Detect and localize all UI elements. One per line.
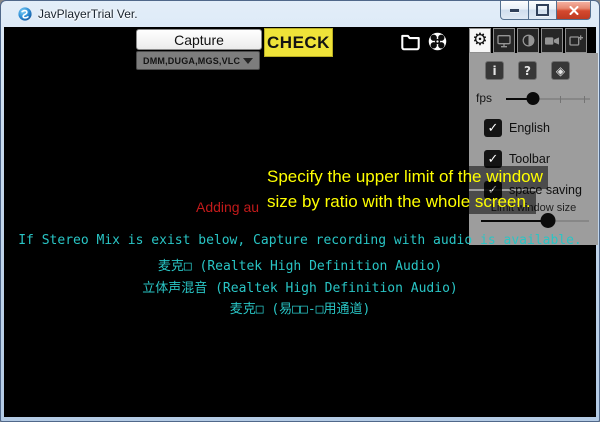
help-icon: ? bbox=[524, 64, 531, 78]
close-button[interactable] bbox=[556, 1, 591, 20]
checkbox-english-label: English bbox=[509, 121, 550, 135]
fps-slider-thumb[interactable] bbox=[526, 92, 539, 105]
title-bar[interactable]: JavPlayerTrial Ver. bbox=[1, 1, 599, 27]
tab-settings[interactable]: ⚙ bbox=[469, 28, 491, 53]
tooltip-line1: Specify the upper limit of the window bbox=[262, 166, 548, 189]
source-dropdown-value: DMM,DUGA,MGS,VLC bbox=[143, 56, 240, 66]
minimize-button[interactable] bbox=[500, 1, 529, 20]
audio-device-item: 麦克□ (易□□-□用通道) bbox=[4, 298, 596, 317]
minimize-icon bbox=[510, 9, 519, 12]
folder-icon bbox=[400, 32, 421, 51]
tab-record[interactable] bbox=[541, 28, 563, 53]
tab-contrast[interactable] bbox=[517, 28, 539, 53]
audio-device-item: 麦克□ (Realtek High Definition Audio) bbox=[4, 255, 596, 274]
dropdown-arrow-icon bbox=[243, 58, 253, 64]
checkbox-english[interactable]: ✓ English bbox=[484, 119, 550, 137]
reel-button[interactable] bbox=[426, 30, 449, 52]
help-button[interactable]: ? bbox=[518, 61, 537, 80]
info-icon: i bbox=[492, 64, 496, 78]
app-window: JavPlayerTrial Ver. Capture DMM,DUGA,MGS… bbox=[0, 0, 600, 422]
window-controls bbox=[501, 1, 591, 20]
close-icon bbox=[569, 6, 579, 15]
gear-icon: ⚙ bbox=[472, 32, 487, 49]
layers-icon: ◈ bbox=[556, 64, 565, 78]
screenshot-plus-icon bbox=[568, 33, 584, 49]
tab-display[interactable] bbox=[493, 28, 515, 53]
tab-screenshot[interactable] bbox=[565, 28, 587, 53]
limit-window-size-slider[interactable] bbox=[481, 214, 589, 229]
fps-slider[interactable] bbox=[506, 92, 590, 107]
app-icon bbox=[18, 7, 32, 21]
window-title: JavPlayerTrial Ver. bbox=[38, 7, 138, 21]
stereo-mix-info-text: If Stereo Mix is exist below, Capture re… bbox=[4, 233, 596, 248]
fps-slider-tick bbox=[560, 96, 561, 103]
check-button-label: CHECK bbox=[267, 33, 330, 53]
settings-panel: i ? ◈ fps ✓ English ✓ Toolbar bbox=[469, 53, 598, 245]
video-camera-icon bbox=[544, 34, 560, 48]
checkbox-checked-icon[interactable]: ✓ bbox=[484, 119, 502, 137]
audio-device-item: 立体声混音 (Realtek High Definition Audio) bbox=[4, 277, 596, 296]
warning-text: Adding au bbox=[196, 199, 259, 215]
limit-slider-fill bbox=[481, 220, 548, 222]
limit-slider-thumb[interactable] bbox=[540, 213, 555, 228]
capture-button[interactable]: Capture bbox=[136, 29, 262, 50]
checkbox-toolbar-label: Toolbar bbox=[509, 152, 550, 166]
maximize-button[interactable] bbox=[528, 1, 557, 20]
check-button[interactable]: CHECK bbox=[264, 28, 333, 57]
tooltip-line2: size by ratio with the whole screen. bbox=[262, 191, 536, 214]
contrast-icon bbox=[521, 33, 536, 48]
reel-icon bbox=[427, 31, 448, 52]
source-dropdown[interactable]: DMM,DUGA,MGS,VLC bbox=[136, 51, 260, 70]
fps-slider-tick bbox=[584, 96, 585, 103]
fps-label: fps bbox=[476, 91, 492, 105]
player-content-area: Capture DMM,DUGA,MGS,VLC CHECK bbox=[4, 27, 596, 417]
capture-button-label: Capture bbox=[174, 32, 224, 48]
folder-button[interactable] bbox=[399, 30, 422, 52]
layers-button[interactable]: ◈ bbox=[551, 61, 570, 80]
maximize-icon bbox=[536, 4, 549, 16]
info-button[interactable]: i bbox=[485, 61, 504, 80]
monitor-icon bbox=[496, 33, 512, 49]
